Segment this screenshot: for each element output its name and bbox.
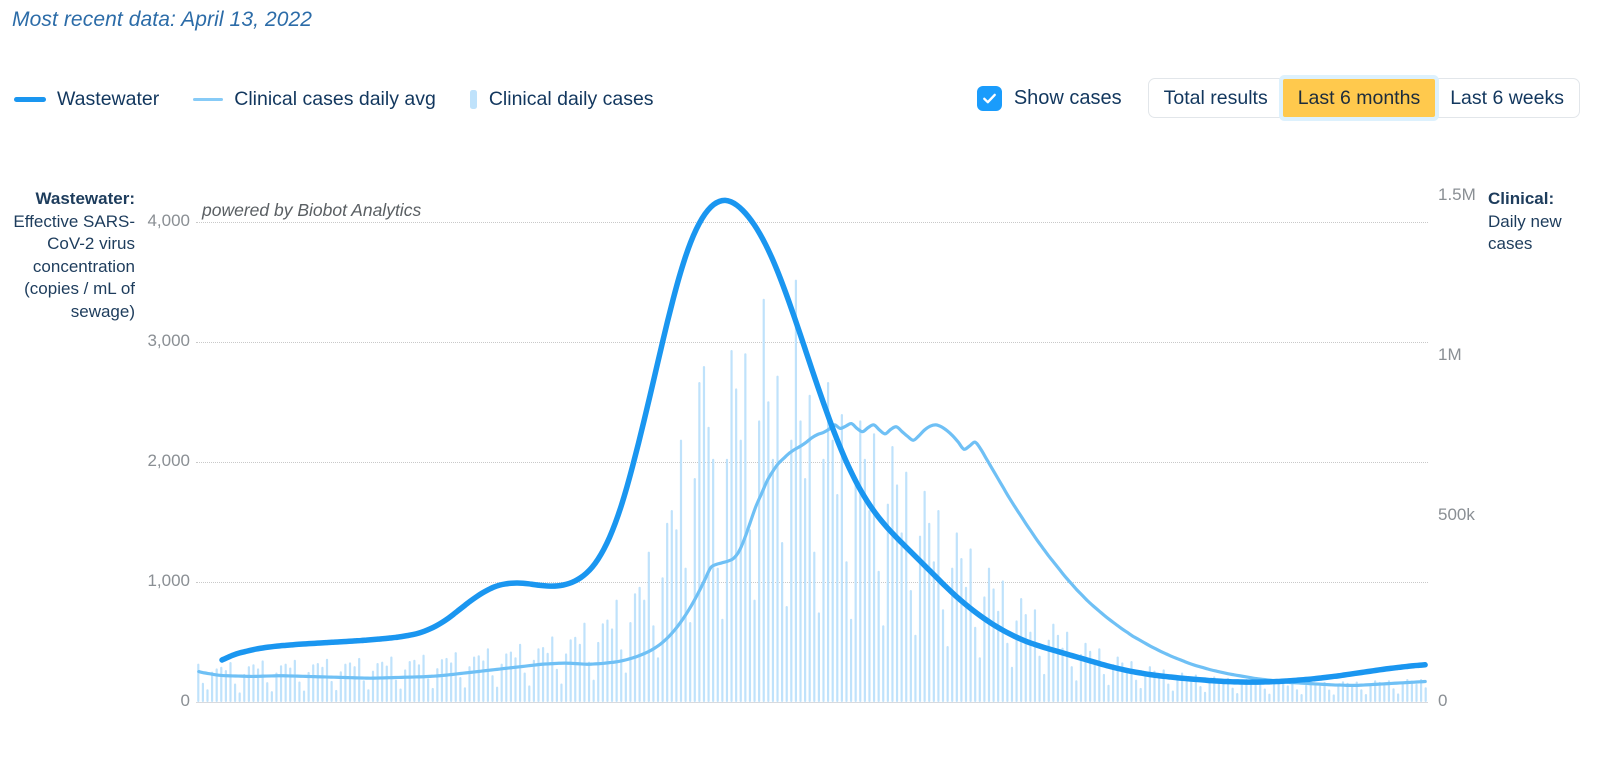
legend-item-clinical-daily-cases[interactable]: Clinical daily cases — [469, 88, 654, 111]
right-axis-title-rest: Daily new cases — [1488, 211, 1562, 254]
right-axis-tick-labels: 0 500k 1M 1.5M — [1438, 150, 1498, 763]
right-axis-title: Clinical: Daily new cases — [1488, 188, 1593, 256]
left-axis-tick-4,000: 4,000 — [147, 211, 190, 230]
right-axis-tick-1.5M: 1.5M — [1438, 185, 1476, 204]
left-axis-title: Wastewater: Effective SARS-CoV-2 virus c… — [0, 188, 135, 323]
legend-label-clinical-daily-cases: Clinical daily cases — [488, 88, 654, 110]
chart-canvas: Wastewater: Effective SARS-CoV-2 virus c… — [0, 150, 1600, 763]
legend-item-clinical-daily-avg[interactable]: Clinical cases daily avg — [193, 88, 436, 111]
clinical-cases-daily-avg-line — [197, 421, 1427, 687]
most-recent-data-label: Most recent data: April 13, 2022 — [12, 8, 313, 31]
left-axis-tick-1,000: 1,000 — [147, 571, 190, 590]
right-axis-tick-1M: 1M — [1438, 345, 1462, 364]
left-axis-tick-3,000: 3,000 — [147, 331, 190, 350]
covid-wastewater-chart-page: Most recent data: April 13, 2022 Wastewa… — [0, 0, 1600, 763]
chart-legend: Wastewater Clinical cases daily avg Clin… — [14, 88, 654, 111]
legend-label-clinical-daily-avg: Clinical cases daily avg — [234, 88, 436, 110]
clinical-cases-bar-swatch-icon — [469, 90, 477, 109]
plot-region: powered by Biobot Analytics — [196, 150, 1428, 763]
chart-controls: Show cases Total results Last 6 months L… — [976, 78, 1580, 118]
left-axis-tick-0: 0 — [180, 691, 190, 710]
left-axis-tick-2,000: 2,000 — [147, 451, 190, 470]
legend-item-wastewater[interactable]: Wastewater — [14, 88, 159, 111]
show-cases-checkbox-group[interactable]: Show cases — [976, 85, 1122, 111]
chart-series-svg — [197, 197, 1428, 702]
range-button-last-6-months[interactable]: Last 6 months — [1282, 79, 1436, 117]
legend-label-wastewater: Wastewater — [57, 88, 160, 110]
range-button-total-results[interactable]: Total results — [1149, 79, 1283, 117]
time-range-segmented-control[interactable]: Total results Last 6 months Last 6 weeks — [1147, 78, 1580, 118]
wastewater-line-swatch-icon — [14, 97, 46, 102]
checkbox-checked-icon[interactable] — [976, 85, 1002, 111]
show-cases-label: Show cases — [1013, 86, 1122, 109]
right-axis-tick-0: 0 — [1438, 691, 1448, 710]
left-axis-title-bold: Wastewater: — [35, 189, 135, 208]
right-axis-tick-500k: 500k — [1438, 505, 1475, 524]
clinical-avg-line-swatch-icon — [193, 98, 224, 101]
range-button-last-6-weeks[interactable]: Last 6 weeks — [1435, 79, 1579, 117]
left-axis-title-rest: Effective SARS-CoV-2 virus concentration… — [13, 211, 135, 321]
left-axis-tick-labels: 0 1,000 2,000 3,000 4,000 — [138, 150, 190, 763]
